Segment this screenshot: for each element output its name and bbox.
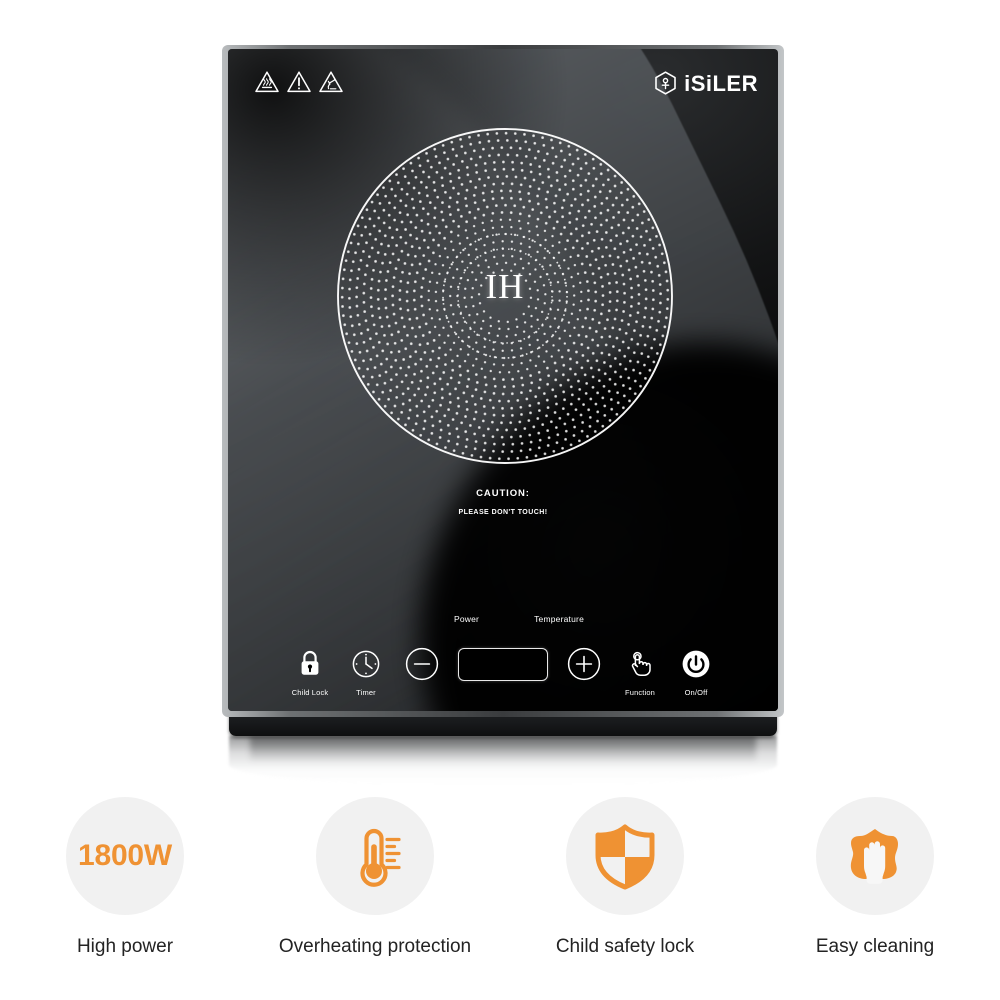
caution-block: CAUTION: PLEASE DON'T TOUCH!	[228, 489, 778, 516]
minus-icon	[405, 647, 439, 681]
power-button[interactable]: On/Off	[668, 636, 724, 696]
caution-title: CAUTION:	[476, 488, 530, 499]
display-screen-container[interactable]	[450, 636, 556, 692]
decrease-button[interactable]	[394, 636, 450, 692]
timer-label: Timer	[356, 687, 376, 697]
brand-name: iSiLER	[684, 70, 758, 96]
power-label: On/Off	[684, 687, 708, 697]
function-button[interactable]: Function	[612, 636, 668, 696]
floor-reflection	[229, 736, 777, 784]
brand-logo: iSiLER	[654, 71, 758, 96]
feature-icon-circle	[566, 797, 684, 915]
feature-strip: 1800W High power Overheating protection	[0, 790, 1000, 1000]
shield-icon	[595, 824, 655, 890]
general-warning-icon	[287, 71, 311, 93]
display-screen	[458, 647, 548, 681]
thermometer-icon	[360, 828, 401, 887]
plus-icon	[567, 647, 601, 681]
feature-label-high-power: High power	[76, 936, 174, 957]
cooking-zone: IH	[330, 121, 680, 471]
product-image: iSiLER IH CAUTION: PLEASE DON'T TOUCH! P…	[0, 0, 1000, 790]
hot-surface-warning-icon	[255, 71, 279, 93]
clock-icon	[352, 650, 380, 678]
feature-label-child-lock: Child safety lock	[555, 936, 695, 957]
child-lock-label: Child Lock	[291, 687, 329, 697]
feature-icon-circle	[316, 797, 434, 915]
feature-icon-circle: 1800W	[66, 797, 184, 915]
power-header: Power	[454, 614, 480, 624]
increase-button[interactable]	[556, 636, 612, 692]
hexagon-logo-icon	[655, 71, 676, 95]
caution-subtitle: PLEASE DON'T TOUCH!	[458, 508, 548, 516]
control-panel: Power Temperature Child Lock Timer Funct…	[228, 614, 778, 709]
timer-button[interactable]: Timer	[338, 636, 394, 696]
child-lock-button[interactable]: Child Lock	[282, 636, 338, 696]
feature-overheating-protection: Overheating protection	[250, 790, 500, 1000]
feature-icon-circle	[816, 797, 934, 915]
function-label: Function	[625, 687, 655, 697]
do-not-touch-warning-icon	[319, 71, 343, 93]
cleaning-hand-icon	[850, 829, 898, 884]
display-headers: Power Temperature	[454, 614, 584, 624]
feature-high-power: 1800W High power	[0, 790, 250, 1000]
feature-child-safety-lock: Child safety lock	[500, 790, 750, 1000]
glass-cooktop-surface: iSiLER IH CAUTION: PLEASE DON'T TOUCH! P…	[228, 49, 778, 711]
control-button-row: Child Lock Timer Function On/Off	[228, 636, 778, 696]
floor-reflection-core	[250, 736, 756, 762]
hand-tap-icon	[631, 651, 651, 676]
feature-label-easy-cleaning: Easy cleaning	[815, 936, 935, 957]
padlock-icon	[301, 650, 319, 675]
warning-icon-row	[254, 69, 344, 95]
ih-label: IH	[485, 267, 525, 306]
power-icon	[682, 650, 710, 678]
feature-easy-cleaning: Easy cleaning	[750, 790, 1000, 1000]
temperature-header: Temperature	[534, 614, 584, 624]
feature-label-overheating: Overheating protection	[278, 936, 472, 957]
wattage-text: 1800W	[77, 839, 173, 872]
